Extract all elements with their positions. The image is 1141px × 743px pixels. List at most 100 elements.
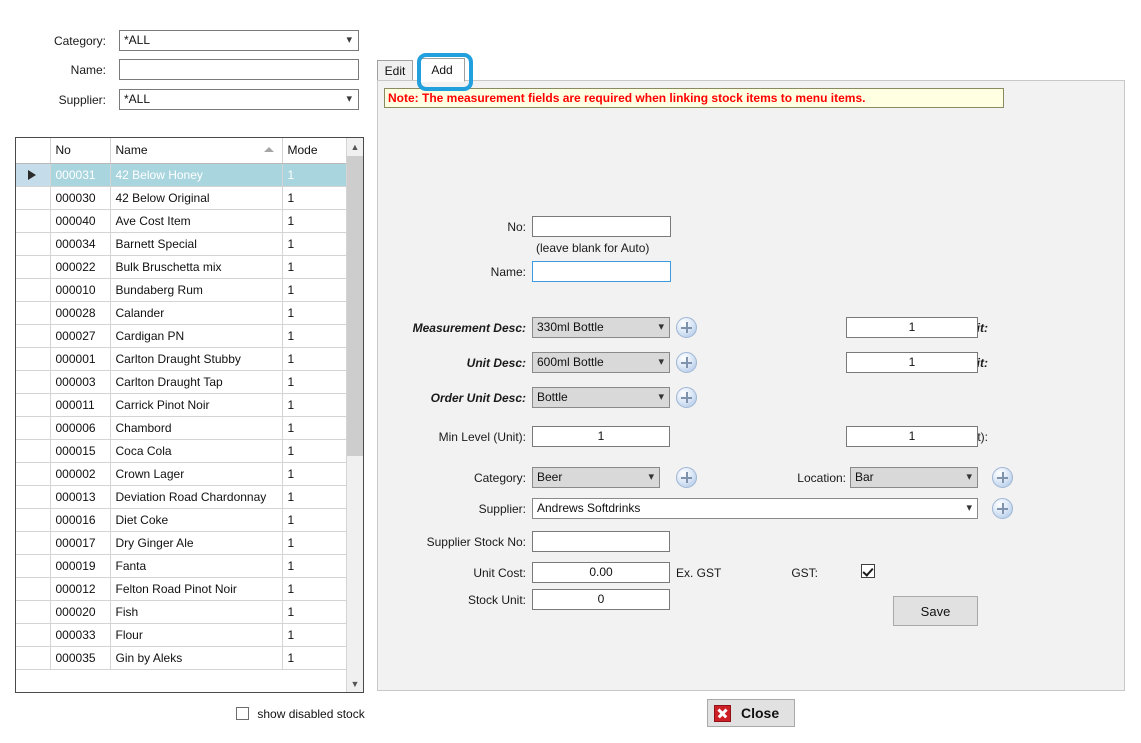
unit-per-order-unit-input[interactable]: 1 [846,352,978,373]
name-input[interactable] [532,261,671,282]
row-selector-cell[interactable] [16,324,51,348]
table-row[interactable]: 000034 Barnett Special 1 [16,232,349,256]
table-row[interactable]: 000019 Fanta 1 [16,554,349,578]
cell-no: 000001 [50,347,111,371]
row-selector-cell[interactable] [16,278,51,302]
table-row[interactable]: 000020 Fish 1 [16,600,349,624]
table-row[interactable]: 000033 Flour 1 [16,623,349,647]
column-header-mode[interactable]: Mode [282,138,349,164]
par-level-value: 1 [908,429,916,443]
row-selector-cell[interactable] [16,439,51,463]
tab-edit[interactable]: Edit [377,60,413,81]
no-input[interactable] [532,216,671,237]
row-selector-cell[interactable] [16,370,51,394]
table-row[interactable]: 000040 Ave Cost Item 1 [16,209,349,233]
table-row[interactable]: 000001 Carlton Draught Stubby 1 [16,347,349,371]
close-button[interactable]: Close [707,699,795,727]
supplier-stock-no-input[interactable] [532,531,670,552]
filter-supplier-combo[interactable]: *ALL ▾ [119,89,359,110]
order-unit-desc-value: Bottle [537,390,568,404]
row-selector-cell[interactable] [16,485,51,509]
cell-name: Carrick Pinot Noir [110,393,283,417]
add-unit-desc-button[interactable] [676,352,697,373]
cell-no: 000016 [50,508,111,532]
row-selector-cell[interactable] [16,462,51,486]
table-row[interactable]: 000006 Chambord 1 [16,416,349,440]
row-selector-cell[interactable] [16,209,51,233]
par-level-input[interactable]: 1 [846,426,978,447]
table-row[interactable]: 000016 Diet Coke 1 [16,508,349,532]
row-selector-cell[interactable] [16,577,51,601]
table-row[interactable]: 000012 Felton Road Pinot Noir 1 [16,577,349,601]
gst-checkbox[interactable] [861,564,875,578]
unit-cost-input[interactable]: 0.00 [532,562,670,583]
row-selector-cell[interactable] [16,393,51,417]
sort-ascending-icon [263,147,274,152]
min-level-input[interactable]: 1 [532,426,670,447]
add-location-button[interactable] [992,467,1013,488]
table-row[interactable]: 000015 Coca Cola 1 [16,439,349,463]
row-selector-cell[interactable] [16,301,51,325]
row-selector-cell[interactable] [16,163,51,187]
measurement-per-unit-input[interactable]: 1 [846,317,978,338]
add-measurement-desc-button[interactable] [676,317,697,338]
show-disabled-stock-checkbox[interactable]: show disabled stock [236,707,365,721]
table-row[interactable]: 000031 42 Below Honey 1 [16,163,349,187]
cell-name: Deviation Road Chardonnay [110,485,283,509]
table-row[interactable]: 000022 Bulk Bruschetta mix 1 [16,255,349,279]
table-row[interactable]: 000010 Bundaberg Rum 1 [16,278,349,302]
row-selector-cell[interactable] [16,531,51,555]
table-row[interactable]: 000028 Calander 1 [16,301,349,325]
filter-category-combo[interactable]: *ALL ▾ [119,30,359,51]
stock-unit-input[interactable]: 0 [532,589,670,610]
category-combo[interactable]: Beer ▾ [532,467,660,488]
add-category-button[interactable] [676,467,697,488]
row-selector-cell[interactable] [16,646,51,670]
row-selector-cell[interactable] [16,623,51,647]
row-selector-cell[interactable] [16,416,51,440]
row-selector-cell[interactable] [16,600,51,624]
table-row[interactable]: 000013 Deviation Road Chardonnay 1 [16,485,349,509]
scroll-up-icon[interactable]: ▲ [347,138,363,155]
table-row[interactable]: 000002 Crown Lager 1 [16,462,349,486]
filter-supplier-value: *ALL [124,92,151,106]
add-order-unit-desc-button[interactable] [676,387,697,408]
row-selector-cell[interactable] [16,554,51,578]
location-combo[interactable]: Bar ▾ [850,467,978,488]
checkbox-box[interactable] [236,707,249,720]
scrollbar-thumb[interactable] [347,156,363,456]
table-row[interactable]: 000011 Carrick Pinot Noir 1 [16,393,349,417]
row-selector-cell[interactable] [16,508,51,532]
scroll-down-icon[interactable]: ▼ [347,675,363,692]
table-row[interactable]: 000030 42 Below Original 1 [16,186,349,210]
table-body: 000031 42 Below Honey 1 000030 42 Below Orig… [16,163,349,670]
column-header-no[interactable]: No [50,138,111,164]
column-header-name-label: Name [115,143,148,158]
table-row[interactable]: 000027 Cardigan PN 1 [16,324,349,348]
column-header-selector[interactable] [16,138,51,164]
cell-name: Cardigan PN [110,324,283,348]
grid-scrollbar[interactable]: ▲ ▼ [346,138,363,692]
order-unit-desc-combo[interactable]: Bottle ▾ [532,387,670,408]
column-header-name[interactable]: Name [110,138,283,164]
cell-mode: 1 [282,278,349,302]
row-selector-cell[interactable] [16,186,51,210]
chevron-down-icon: ▾ [658,391,664,403]
row-selector-cell[interactable] [16,232,51,256]
add-supplier-button[interactable] [992,498,1013,519]
supplier-combo[interactable]: Andrews Softdrinks ▾ [532,498,978,519]
filter-name-input[interactable] [119,59,359,80]
table-row[interactable]: 000017 Dry Ginger Ale 1 [16,531,349,555]
cell-name: Fanta [110,554,283,578]
tab-add[interactable]: Add [419,58,465,82]
unit-desc-combo[interactable]: 600ml Bottle ▾ [532,352,670,373]
measurement-desc-combo[interactable]: 330ml Bottle ▾ [532,317,670,338]
row-selector-cell[interactable] [16,347,51,371]
table-row[interactable]: 000003 Carlton Draught Tap 1 [16,370,349,394]
filter-category-label: Category: [53,34,106,48]
row-selector-cell[interactable] [16,255,51,279]
stock-items-grid[interactable]: No Name Mode 000031 42 Below Honey 1 000030… [15,137,364,693]
unit-cost-value: 0.00 [589,565,613,579]
save-button[interactable]: Save [893,596,978,626]
table-row[interactable]: 000035 Gin by Aleks 1 [16,646,349,670]
